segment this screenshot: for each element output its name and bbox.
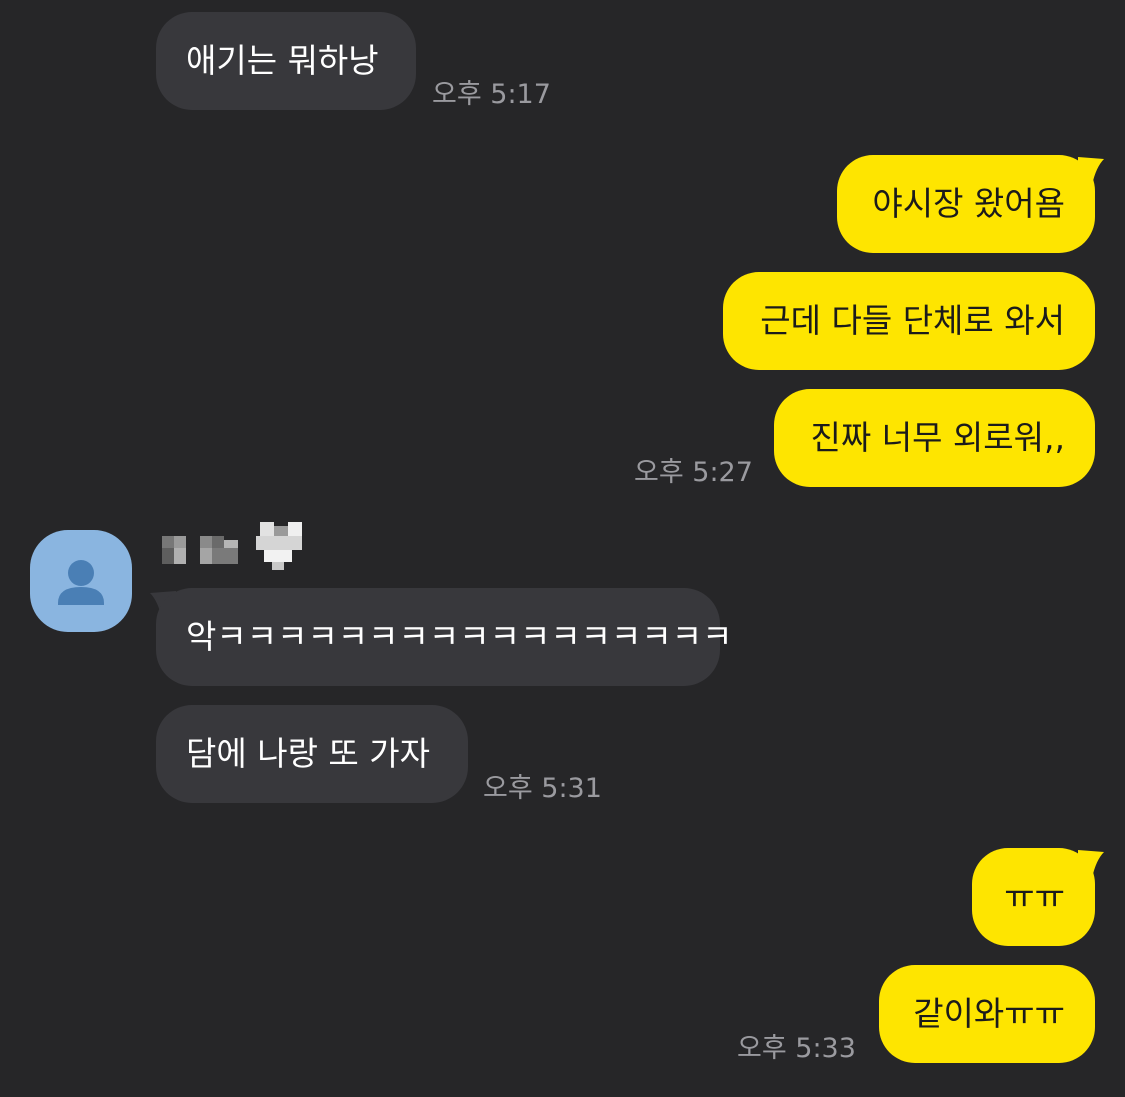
message-timestamp: 오후 5:17 bbox=[432, 79, 551, 110]
message-text: 진짜 너무 외로워,, bbox=[810, 418, 1065, 457]
message-text: 악ㅋㅋㅋㅋㅋㅋㅋㅋㅋㅋㅋㅋㅋㅋㅋㅋㅋ bbox=[186, 617, 733, 656]
message-bubble-incoming[interactable]: 애기는 뭐하낭 bbox=[156, 12, 416, 110]
message-timestamp: 오후 5:33 bbox=[737, 1033, 856, 1064]
message-timestamp: 오후 5:27 bbox=[634, 457, 753, 488]
sender-name-pixelated bbox=[160, 520, 310, 574]
sender-avatar[interactable] bbox=[30, 530, 132, 632]
message-text: ㅠㅠ bbox=[1004, 877, 1065, 916]
message-bubble-outgoing[interactable]: 야시장 왔어욤 bbox=[837, 155, 1095, 253]
message-text: 애기는 뭐하낭 bbox=[186, 41, 379, 80]
message-timestamp: 오후 5:31 bbox=[483, 773, 602, 804]
message-bubble-outgoing[interactable]: 근데 다들 단체로 와서 bbox=[723, 272, 1095, 370]
message-text: 담에 나랑 또 가자 bbox=[186, 734, 430, 773]
message-bubble-outgoing[interactable]: 진짜 너무 외로워,, bbox=[774, 389, 1095, 487]
message-bubble-outgoing[interactable]: 같이와ㅠㅠ bbox=[879, 965, 1095, 1063]
default-person-icon bbox=[58, 560, 104, 605]
message-text: 같이와ㅠㅠ bbox=[913, 994, 1065, 1033]
message-bubble-outgoing[interactable]: ㅠㅠ bbox=[972, 848, 1095, 946]
message-text: 근데 다들 단체로 와서 bbox=[760, 301, 1065, 340]
message-bubble-incoming[interactable]: 담에 나랑 또 가자 bbox=[156, 705, 468, 803]
message-bubble-incoming[interactable]: 악ㅋㅋㅋㅋㅋㅋㅋㅋㅋㅋㅋㅋㅋㅋㅋㅋㅋ bbox=[156, 588, 732, 686]
message-text: 야시장 왔어욤 bbox=[872, 184, 1065, 223]
